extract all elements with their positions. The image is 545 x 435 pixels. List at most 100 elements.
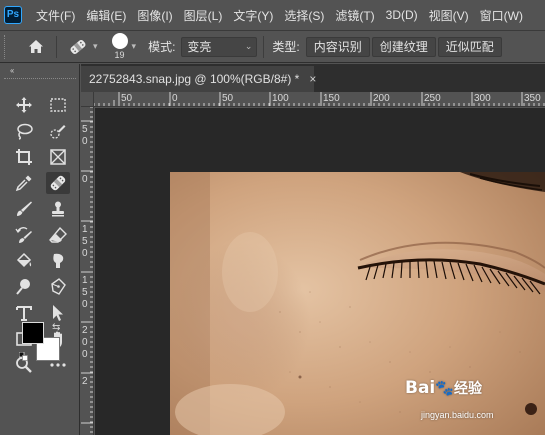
vertical-ruler[interactable]: 5 0 0 1 5 0 1 5 0 2 0 0 2 <box>81 107 94 435</box>
ruler-label: 200 <box>373 93 390 104</box>
ruler-origin[interactable] <box>81 92 94 107</box>
watermark-brand: Bai <box>405 378 436 398</box>
arrow-cursor-icon <box>53 305 63 321</box>
menu-image[interactable]: 图像(I) <box>137 7 172 24</box>
move-tool[interactable] <box>12 94 36 116</box>
pen-tool[interactable] <box>46 276 70 298</box>
document-title: 22752843.snap.jpg @ 100%(RGB/8#) * <box>89 72 300 86</box>
spot-healing-brush-icon <box>50 175 66 191</box>
ruler-label: 0 <box>82 349 88 360</box>
eyedropper-tool[interactable] <box>12 172 36 194</box>
paw-icon: 🐾 <box>435 379 454 397</box>
menu-filter[interactable]: 滤镜(T) <box>335 7 374 24</box>
mode-label: 模式: <box>148 40 176 54</box>
gradient-tool[interactable] <box>12 250 36 272</box>
ruler-label: 0 <box>172 93 178 104</box>
frame-icon <box>50 149 66 165</box>
photoshop-logo: Ps <box>4 6 22 24</box>
ruler-label: 300 <box>474 93 491 104</box>
frame-tool[interactable] <box>46 146 70 168</box>
collapse-toolbar-icon[interactable]: ‹‹ <box>10 66 14 75</box>
menu-view[interactable]: 视图(V) <box>429 7 469 24</box>
ruler-label: 0 <box>82 299 88 310</box>
toolbar-grip[interactable] <box>4 78 76 84</box>
blur-tool[interactable] <box>46 250 70 272</box>
ruler-label: 150 <box>323 93 340 104</box>
options-bar: ▾ 19 ▾ 模式: 变亮 ⌄ 类型: 内容识别 创建纹理 近似匹配 <box>0 30 545 63</box>
brush-tool[interactable] <box>12 198 36 220</box>
chevron-down-icon[interactable]: ▾ <box>132 41 137 52</box>
quick-selection-tool[interactable] <box>46 120 70 142</box>
separator <box>263 35 265 58</box>
watermark-url: jingyan.baidu.com <box>421 410 494 420</box>
type-icon <box>16 306 32 321</box>
tool-preset-picker[interactable]: ▾ <box>67 38 98 56</box>
history-brush-tool[interactable] <box>12 224 36 246</box>
dodge-tool[interactable] <box>12 276 36 298</box>
spot-healing-brush-icon <box>70 39 86 54</box>
menu-type[interactable]: 文字(Y) <box>233 7 273 24</box>
type-proximity-match-button[interactable]: 近似匹配 <box>437 36 502 57</box>
horizontal-ruler[interactable]: 50 0 50 100 150 200 250 300 350 <box>94 92 545 107</box>
swap-colors-icon[interactable]: ⇆ <box>52 322 60 333</box>
ruler-label: 50 <box>121 93 133 104</box>
type-create-texture-button[interactable]: 创建纹理 <box>371 36 436 57</box>
menu-layer[interactable]: 图层(L) <box>184 7 223 24</box>
type-label: 类型: <box>272 40 300 54</box>
ruler-label: 2 <box>82 376 88 387</box>
brush-tip-icon <box>111 33 128 49</box>
crop-tool[interactable] <box>12 146 36 168</box>
ruler-label: 0 <box>82 136 88 147</box>
document-tab-bar: 22752843.snap.jpg @ 100%(RGB/8#) * × <box>81 64 545 92</box>
separator <box>56 35 57 58</box>
home-button[interactable] <box>22 34 50 60</box>
foreground-color-swatch[interactable] <box>22 322 44 344</box>
menu-window[interactable]: 窗口(W) <box>480 7 523 24</box>
mode-select[interactable]: 变亮 ⌄ <box>181 36 258 57</box>
ruler-label: 250 <box>424 93 441 104</box>
menu-select[interactable]: 选择(S) <box>284 7 324 24</box>
ruler-label: 5 <box>82 236 88 247</box>
smudge-icon <box>53 253 64 268</box>
ruler-label: 0 <box>82 337 88 348</box>
chevron-down-icon: ▾ <box>93 41 98 51</box>
move-icon <box>16 97 32 113</box>
menu-bar: Ps 文件(F) 编辑(E) 图像(I) 图层(L) 文字(Y) 选择(S) 滤… <box>0 0 545 30</box>
baidu-logo: Bai🐾经验 <box>405 378 482 398</box>
eraser-tool[interactable] <box>46 224 70 246</box>
brush-size: 19 <box>114 50 125 60</box>
brush-picker[interactable]: 19 <box>111 33 128 60</box>
ruler-label: 5 <box>82 124 88 135</box>
watermark-brand-tail: 经验 <box>453 381 482 397</box>
menu-edit[interactable]: 编辑(E) <box>86 7 126 24</box>
type-tool[interactable] <box>12 302 36 324</box>
lasso-icon <box>17 123 33 140</box>
ruler-label: 50 <box>222 93 234 104</box>
ruler-label: 0 <box>82 248 88 259</box>
eyedropper-icon <box>15 175 32 192</box>
spot-healing-brush-tool[interactable] <box>46 172 70 194</box>
pen-icon <box>51 278 66 295</box>
baidu-watermark: Bai🐾经验 jingyan.baidu.com <box>405 378 545 430</box>
ruler-label: 350 <box>524 93 541 104</box>
dodge-icon <box>16 279 30 295</box>
ruler-label: 1 <box>82 275 88 286</box>
default-colors-icon[interactable] <box>19 352 28 361</box>
options-grip[interactable] <box>4 34 8 59</box>
home-icon <box>29 40 43 53</box>
ruler-label: 100 <box>272 93 289 104</box>
type-content-aware-button[interactable]: 内容识别 <box>305 36 370 57</box>
menu-3d[interactable]: 3D(D) <box>386 8 418 22</box>
path-selection-tool[interactable] <box>46 302 70 324</box>
lasso-tool[interactable] <box>12 120 36 142</box>
ruler-label: 5 <box>82 287 88 298</box>
close-icon[interactable]: × <box>309 72 316 86</box>
paint-bucket-icon <box>16 252 32 268</box>
document-tab[interactable]: 22752843.snap.jpg @ 100%(RGB/8#) * × <box>81 66 316 92</box>
menu-file[interactable]: 文件(F) <box>36 7 75 24</box>
rectangular-marquee-tool[interactable] <box>46 94 70 116</box>
rectangular-marquee-icon <box>50 98 66 112</box>
chevron-down-icon: ⌄ <box>244 41 253 51</box>
clone-stamp-tool[interactable] <box>46 198 70 220</box>
ruler-label: 1 <box>82 224 88 235</box>
